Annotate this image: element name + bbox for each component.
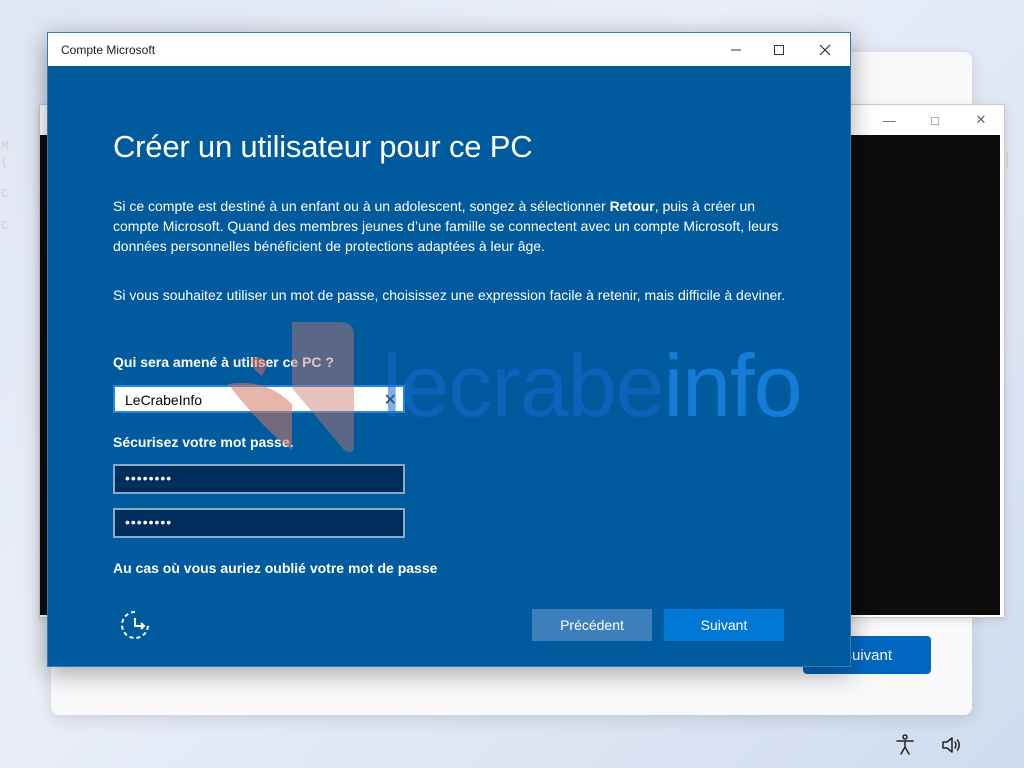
info-text: Si ce compte est destiné à un enfant ou … [113,198,610,214]
password-field[interactable]: •••••••• [113,464,405,494]
username-value: LeCrabeInfo [125,392,203,408]
dialog-content: Créer un utilisateur pour ce PC Si ce co… [48,66,850,666]
username-field[interactable]: LeCrabeInfo ✕ [113,385,405,413]
window-title: Compte Microsoft [61,43,156,57]
info-bold-retour: Retour [609,198,655,214]
password-confirm-field[interactable]: •••••••• [113,508,405,538]
previous-button[interactable]: Précédent [532,609,652,641]
forgot-password-link[interactable]: Au cas où vous auriez oublié votre mot d… [113,560,437,576]
password-confirm-value: •••••••• [125,514,173,530]
console-line: M [1,139,9,153]
password-value: •••••••• [125,470,173,486]
close-icon [819,44,831,55]
console-line: C [1,219,9,233]
console-window-controls: — □ ✕ [866,105,1004,135]
dialog-titlebar[interactable]: Compte Microsoft [48,33,850,66]
console-line: ( [1,155,9,169]
info-paragraph-1: Si ce compte est destiné à un enfant ou … [113,196,803,256]
minimize-button[interactable] [713,33,759,66]
page-title: Créer un utilisateur pour ce PC [113,129,533,164]
password-label: Sécurisez votre mot passe. [113,434,294,450]
console-scrollbar[interactable] [1006,152,1008,168]
minimize-icon [731,49,741,50]
next-button[interactable]: Suivant [664,609,784,641]
minimize-icon[interactable]: — [866,105,912,135]
close-button[interactable] [802,33,848,66]
maximize-icon [774,44,784,55]
console-line: C [1,187,9,201]
close-icon[interactable]: ✕ [958,105,1004,135]
console-text: M ( C C [1,138,8,234]
info-paragraph-2: Si vous souhaitez utiliser un mot de pas… [113,287,786,303]
ease-of-access-icon[interactable] [118,608,152,642]
accessibility-icon[interactable] [893,733,917,757]
username-label: Qui sera amené à utiliser ce PC ? [113,354,334,370]
volume-icon[interactable] [940,733,964,757]
maximize-button[interactable] [756,33,802,66]
maximize-icon[interactable]: □ [912,105,958,135]
clear-input-icon[interactable]: ✕ [384,390,397,410]
microsoft-account-dialog: Compte Microsoft Créer un utilisateur po… [47,32,851,667]
